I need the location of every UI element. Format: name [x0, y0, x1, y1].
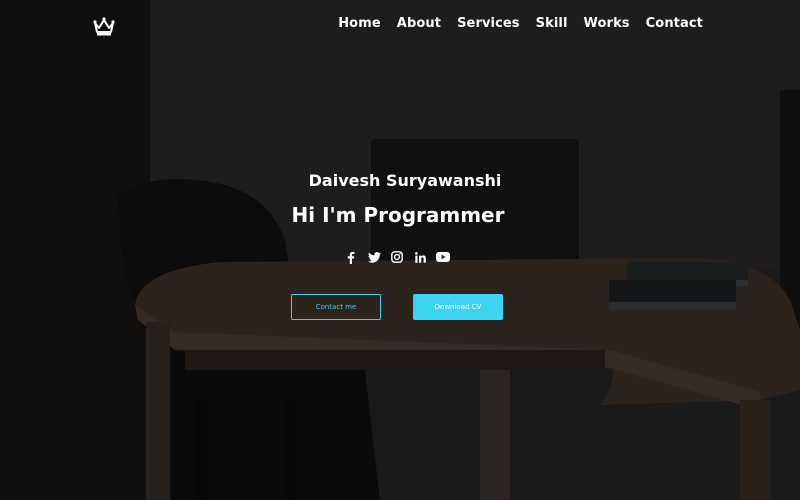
twitter-icon[interactable] — [367, 249, 381, 265]
linkedin-icon[interactable] — [413, 249, 427, 265]
youtube-icon[interactable] — [436, 249, 450, 265]
nav-contact[interactable]: Contact — [646, 16, 703, 31]
hero-name: Daivesh Suryawanshi — [308, 171, 502, 190]
nav-works[interactable]: Works — [584, 16, 630, 31]
crown-icon[interactable] — [92, 15, 116, 37]
instagram-icon[interactable] — [390, 249, 404, 265]
nav-skill[interactable]: Skill — [536, 16, 568, 31]
nav-about[interactable]: About — [397, 16, 441, 31]
facebook-icon[interactable] — [344, 249, 358, 265]
download-cv-button[interactable]: Download CV — [413, 294, 503, 320]
hero-title: Hi I'm Programmer — [291, 203, 505, 227]
social-links — [344, 249, 450, 265]
hero-section: Home About Services Skill Works Contact … — [0, 0, 800, 500]
navbar: Home About Services Skill Works Contact — [0, 0, 800, 50]
nav-home[interactable]: Home — [338, 16, 381, 31]
nav-services[interactable]: Services — [457, 16, 520, 31]
contact-me-button[interactable]: Contact me — [291, 294, 381, 320]
nav-menu: Home About Services Skill Works Contact — [338, 16, 703, 31]
